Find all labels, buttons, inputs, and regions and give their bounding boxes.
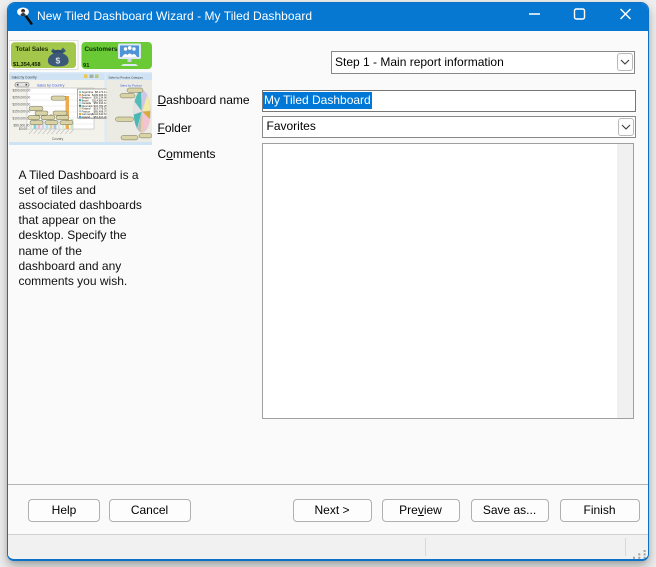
svg-text:Country: Country bbox=[52, 137, 64, 141]
svg-text:$1,354,458: $1,354,458 bbox=[13, 62, 41, 68]
svg-text:Sales by Country: Sales by Country bbox=[12, 75, 37, 79]
svg-text:91: 91 bbox=[83, 63, 90, 69]
svg-text:Ireland: Ireland bbox=[82, 114, 91, 118]
svg-text:Sales by Country: Sales by Country bbox=[37, 83, 65, 87]
svg-text:Total Sales: Total Sales bbox=[16, 46, 49, 53]
svg-text:$200,000.00: $200,000.00 bbox=[13, 102, 31, 106]
svg-text:$: $ bbox=[56, 55, 61, 65]
svg-text:Sales by Product Category: Sales by Product Category bbox=[109, 75, 144, 79]
svg-text:$300,000.00: $300,000.00 bbox=[13, 88, 31, 92]
svg-text:$100,000.00: $100,000.00 bbox=[13, 116, 31, 120]
svg-text:$0.00: $0.00 bbox=[19, 127, 27, 131]
svg-text:$57,317.39: $57,317.39 bbox=[94, 114, 108, 118]
svg-text:Sales by Product: Sales by Product bbox=[120, 83, 142, 87]
svg-text:$250,000.00: $250,000.00 bbox=[13, 95, 31, 99]
svg-text:$150,000.00: $150,000.00 bbox=[13, 109, 31, 113]
svg-text:Customers: Customers bbox=[85, 46, 118, 53]
